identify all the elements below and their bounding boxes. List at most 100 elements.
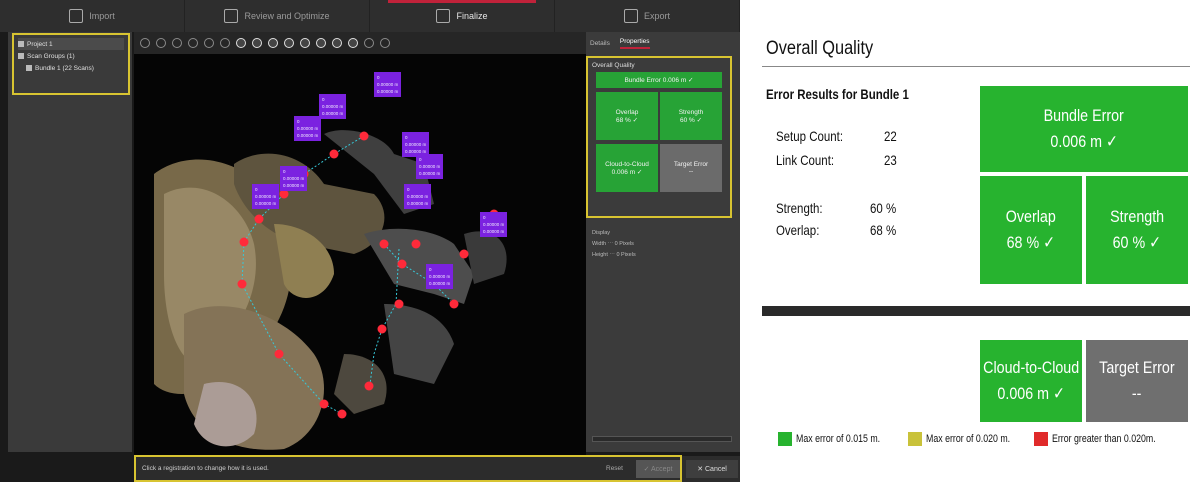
scan-label[interactable]: 0 0.00000 m 0.00000 m [294, 116, 322, 141]
scan-point[interactable] [364, 381, 374, 391]
grid-tool-icon[interactable] [204, 38, 214, 48]
scan-label-line: 0 [377, 75, 380, 80]
scan-point[interactable] [329, 149, 339, 159]
scan-point[interactable] [411, 239, 421, 249]
scan-label[interactable]: 0 0.00000 m 0.00000 m [404, 184, 432, 209]
cloud-to-cloud-box: Cloud-to-Cloud 0.006 m ✓ [980, 340, 1082, 422]
tree-item-project[interactable]: Project 1 [18, 38, 124, 50]
scan-label-line: 0 [405, 135, 408, 140]
scan-label[interactable]: 0 0.00000 m 0.00000 m [480, 212, 508, 237]
scan-label-line: 0.00000 m [297, 126, 319, 131]
select-tool-icon[interactable] [140, 38, 150, 48]
accept-button[interactable]: ✓ Accept [636, 460, 680, 478]
section-divider [762, 306, 1190, 316]
bundle-icon [26, 65, 32, 71]
scan-point[interactable] [394, 299, 404, 309]
view-front-icon[interactable] [252, 38, 262, 48]
bundle-error-title: Bundle Error [1043, 106, 1125, 125]
scan-point[interactable] [337, 409, 347, 419]
mini-quality-title: Overall Quality [592, 62, 635, 69]
project-panel [8, 32, 132, 452]
cloud-to-cloud-value: 0.006 m ✓ [997, 384, 1065, 403]
overlap-value: 68 % [870, 222, 897, 238]
legend-swatch-yellow [908, 432, 922, 446]
reset-button[interactable]: Reset [606, 465, 623, 472]
scan-label-line: 0 [419, 157, 422, 162]
cloud-icon[interactable] [300, 38, 310, 48]
info-line: Width ⋯ 0 Pixels [592, 241, 634, 247]
title-divider [762, 66, 1190, 67]
scan-point[interactable] [379, 239, 389, 249]
properties-panel: Details Properties Overall Quality Bundl… [586, 32, 740, 452]
3d-viewport[interactable]: 0 0.00000 m 0.00000 m 0 0.00000 m 0.00000 m 0 0… [134, 54, 586, 458]
scan-label-line: 0 [429, 267, 432, 272]
scan-point[interactable] [459, 249, 469, 259]
tab-details[interactable]: Details [590, 40, 610, 47]
status-message: Click a registration to change how it is… [142, 465, 269, 472]
scan-label[interactable]: 0 0.00000 m 0.00000 m [280, 166, 308, 191]
scan-point[interactable] [397, 259, 407, 269]
finalize-icon [436, 9, 451, 23]
strength-title: Strength [1110, 207, 1164, 226]
scan-label[interactable]: 0 0.00000 m 0.00000 m [319, 94, 347, 119]
view-side-icon[interactable] [268, 38, 278, 48]
scan-label-line: 0.00000 m [419, 164, 441, 169]
pan-tool-icon[interactable] [188, 38, 198, 48]
view-top-icon[interactable] [236, 38, 246, 48]
setup-count-value: 22 [884, 128, 897, 144]
pin-icon[interactable] [348, 38, 358, 48]
point-cloud [154, 130, 507, 450]
info-line: Display [592, 230, 611, 236]
legend-text-yellow: Max error of 0.020 m. [926, 433, 1011, 445]
scan-point[interactable] [239, 237, 249, 247]
target-error-title: Target Error [1099, 358, 1175, 377]
scan-point[interactable] [377, 324, 387, 334]
overall-quality-title: Overall Quality [766, 38, 874, 59]
scan-label[interactable]: 0 0.00000 m 0.00000 m [252, 184, 280, 209]
horizontal-scrollbar[interactable] [592, 436, 732, 442]
cancel-button[interactable]: ✕ Cancel [686, 460, 738, 478]
tree-item-scan-groups[interactable]: Scan Groups (1) [18, 50, 124, 62]
step-label: Finalize [456, 11, 488, 21]
settings-icon[interactable] [364, 38, 374, 48]
step-export[interactable]: Export [555, 0, 740, 32]
help-icon[interactable] [380, 38, 390, 48]
overlap-box-value: 68 % ✓ [1006, 233, 1056, 252]
scan-label[interactable]: 0 0.00000 m 0.00000 m [426, 264, 454, 289]
tree-item-bundle[interactable]: Bundle 1 (22 Scans) [18, 62, 124, 74]
step-finalize[interactable]: Finalize [370, 0, 555, 32]
tab-properties[interactable]: Properties [619, 38, 650, 49]
scan-label[interactable]: 0 0.00000 m 0.00000 m [416, 154, 444, 179]
scan-label-line: 0 [283, 169, 286, 174]
legend-text-red: Error greater than 0.020m. [1052, 433, 1156, 445]
scan-label-line: 0.00000 m [255, 201, 277, 206]
close-tool-icon[interactable] [172, 38, 182, 48]
scan-label[interactable]: 0 0.00000 m 0.00000 m [374, 72, 402, 97]
overlap-title: Overlap [1005, 207, 1057, 226]
scan-label-line: 0.00000 m [429, 281, 451, 286]
scan-point[interactable] [449, 299, 459, 309]
mini-target-error: Target Error -- [660, 144, 722, 192]
view-3d-icon[interactable] [284, 38, 294, 48]
link-count-label: Link Count: [776, 152, 835, 168]
setup-count-label: Setup Count: [776, 128, 844, 144]
strength-box-value: 60 % ✓ [1112, 233, 1162, 252]
filter-icon[interactable] [316, 38, 326, 48]
measure-tool-icon[interactable] [220, 38, 230, 48]
move-tool-icon[interactable] [156, 38, 166, 48]
scan-point[interactable] [254, 214, 264, 224]
scan-label-line: 0.00000 m [283, 176, 305, 181]
scan-label-line: 0 [297, 119, 300, 124]
error-results-heading: Error Results for Bundle 1 [766, 86, 909, 102]
scan-point[interactable] [237, 279, 247, 289]
camera-icon[interactable] [332, 38, 342, 48]
scan-point[interactable] [274, 349, 284, 359]
step-review[interactable]: Review and Optimize [185, 0, 370, 32]
scan-label-line: 0.00000 m [483, 229, 505, 234]
scan-label-line: 0.00000 m [429, 274, 451, 279]
scan-point[interactable] [319, 399, 329, 409]
link-count-value: 23 [884, 152, 897, 168]
step-import[interactable]: Import [0, 0, 185, 32]
strength-box: Strength 60 % ✓ [1086, 176, 1188, 284]
scan-point[interactable] [359, 131, 369, 141]
